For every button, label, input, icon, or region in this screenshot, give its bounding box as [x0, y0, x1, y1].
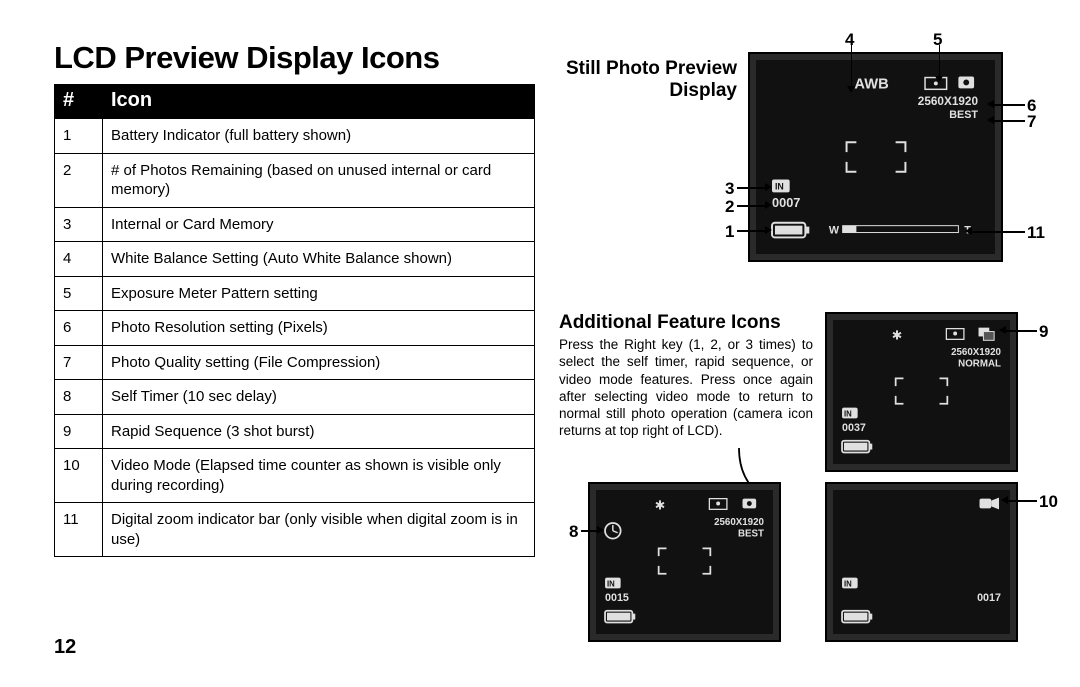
- rapid-sequence-lcd: ✱ 2560X1920 NORMAL IN 0037: [825, 312, 1018, 472]
- video-icon: [979, 499, 991, 509]
- svg-text:IN: IN: [844, 409, 852, 418]
- callout-7: 7: [1027, 112, 1036, 132]
- svg-text:✱: ✱: [655, 498, 666, 512]
- additional-icons-body: Press the Right key (1, 2, or 3 times) t…: [559, 336, 813, 440]
- callout-2: 2: [725, 197, 734, 217]
- col-head-number: #: [55, 85, 103, 119]
- callout-11: 11: [1027, 223, 1045, 243]
- page-number: 12: [54, 636, 76, 659]
- table-row: 10Video Mode (Elapsed time counter as sh…: [55, 449, 535, 503]
- awb-icon: AWB: [854, 76, 888, 92]
- table-row: 4White Balance Setting (Auto White Balan…: [55, 242, 535, 277]
- table-row: 9Rapid Sequence (3 shot burst): [55, 414, 535, 449]
- video-mode-lcd: IN 0017: [825, 482, 1018, 642]
- svg-text:IN: IN: [607, 579, 615, 588]
- svg-text:✱: ✱: [892, 328, 903, 342]
- table-row: 1Battery Indicator (full battery shown): [55, 119, 535, 154]
- callout-9: 9: [1039, 322, 1048, 342]
- icon-legend-table: # Icon 1Battery Indicator (full battery …: [54, 84, 535, 557]
- callout-10: 10: [1039, 492, 1058, 512]
- callout-4: 4: [845, 30, 854, 50]
- callout-3: 3: [725, 179, 734, 199]
- svg-text:IN: IN: [844, 579, 852, 588]
- table-row: 2# of Photos Remaining (based on unused …: [55, 153, 535, 207]
- svg-text:BEST: BEST: [738, 529, 764, 540]
- svg-text:BEST: BEST: [949, 109, 978, 121]
- preview-display-label: Still Photo Preview Display: [557, 58, 737, 102]
- table-row: 6Photo Resolution setting (Pixels): [55, 311, 535, 346]
- zoom-bar-icon: [843, 226, 959, 233]
- svg-text:0007: 0007: [772, 195, 800, 210]
- table-row: 7Photo Quality setting (File Compression…: [55, 345, 535, 380]
- table-row: 11Digital zoom indicator bar (only visib…: [55, 503, 535, 557]
- svg-text:W: W: [829, 225, 840, 237]
- svg-text:NORMAL: NORMAL: [958, 359, 1001, 370]
- additional-icons-title: Additional Feature Icons: [559, 312, 781, 334]
- table-row: 8Self Timer (10 sec delay): [55, 380, 535, 415]
- callout-1: 1: [725, 222, 734, 242]
- svg-text:2560X1920: 2560X1920: [951, 347, 1001, 358]
- table-row: 5Exposure Meter Pattern setting: [55, 276, 535, 311]
- table-row: 3Internal or Card Memory: [55, 207, 535, 242]
- svg-text:IN: IN: [775, 181, 784, 191]
- svg-text:0017: 0017: [977, 592, 1001, 604]
- svg-text:2560X1920: 2560X1920: [918, 95, 979, 108]
- callout-5: 5: [933, 30, 942, 50]
- svg-text:0015: 0015: [605, 592, 629, 604]
- self-timer-lcd: ✱ 2560X1920 BEST IN 0015: [588, 482, 781, 642]
- callout-8: 8: [569, 522, 578, 542]
- svg-text:2560X1920: 2560X1920: [714, 517, 764, 528]
- col-head-icon: Icon: [103, 85, 535, 119]
- svg-text:0037: 0037: [842, 422, 866, 434]
